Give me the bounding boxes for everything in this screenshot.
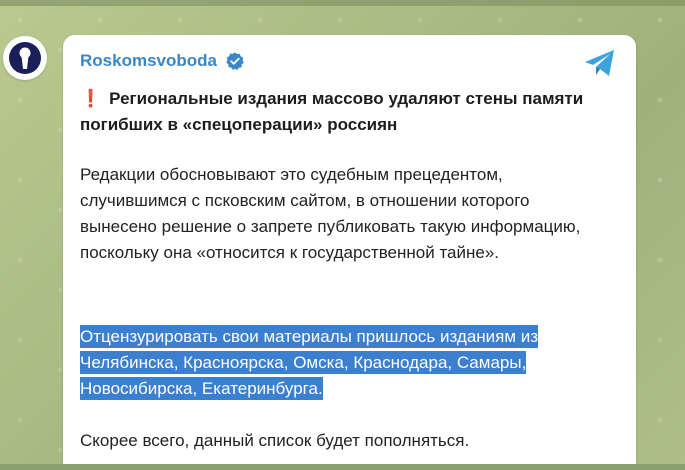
verified-badge-icon — [226, 52, 244, 70]
message-bubble[interactable]: Roskomsvoboda ❗ Региональные издания масс… — [63, 35, 636, 470]
channel-avatar[interactable] — [3, 36, 47, 80]
post-paragraph-3: Скорее всего, данный список будет пополн… — [80, 431, 470, 450]
selected-text[interactable]: Отцензурировать свои материалы пришлось … — [80, 325, 539, 400]
post-paragraph-2-selected[interactable]: Отцензурировать свои материалы пришлось … — [80, 324, 610, 402]
telegram-paper-plane-icon[interactable] — [584, 49, 616, 77]
bottom-bar — [0, 464, 685, 470]
exclamation-icon: ❗ — [80, 89, 102, 108]
channel-name[interactable]: Roskomsvoboda — [80, 51, 217, 71]
top-strip — [0, 0, 685, 6]
post-headline: ❗ Региональные издания массово удаляют ст… — [80, 86, 600, 138]
keyhole-icon — [6, 39, 44, 77]
channel-header[interactable]: Roskomsvoboda — [80, 51, 245, 71]
headline-text: Региональные издания массово удаляют сте… — [80, 89, 584, 134]
post-paragraph-1: Редакции обосновывают это судебным преце… — [80, 165, 581, 262]
